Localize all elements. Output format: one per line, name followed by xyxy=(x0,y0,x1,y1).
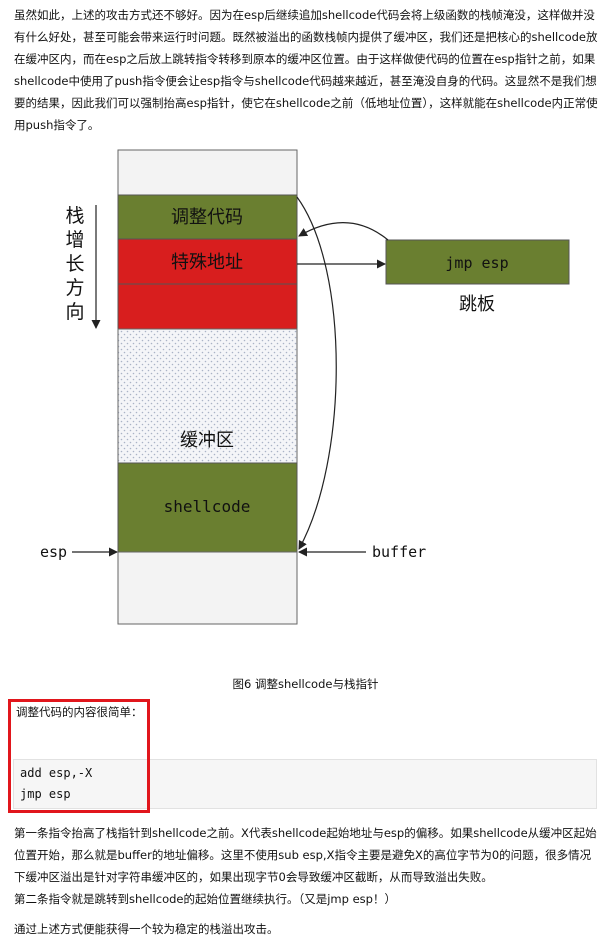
red-filler-block xyxy=(117,283,298,330)
direction-char-4: 方 xyxy=(65,277,84,299)
direction-char-1: 栈 xyxy=(65,205,84,227)
highlight-frame xyxy=(8,699,150,813)
direction-char-5: 向 xyxy=(65,301,84,323)
shellcode-label: shellcode xyxy=(164,497,251,516)
esp-label: esp xyxy=(40,543,67,561)
adjust-code-label: 调整代码 xyxy=(171,207,243,228)
figure-caption: 图6 调整shellcode与栈指针 xyxy=(232,677,379,691)
stack-top-empty xyxy=(117,149,298,196)
explanation-paragraph: 第一条指令抬高了栈指针到shellcode之前。X代表shellcode起始地址… xyxy=(14,826,597,884)
stack-bottom-empty xyxy=(117,551,298,625)
trampoline-label: 跳板 xyxy=(459,294,495,315)
direction-char-2: 增 xyxy=(65,229,84,251)
second-instruction-paragraph: 第二条指令就是跳转到shellcode的起始位置继续执行。（又是jmp esp！… xyxy=(14,892,396,906)
direction-char-3: 长 xyxy=(65,253,84,275)
adjust-to-shellcode-curve xyxy=(296,196,337,550)
conclusion-paragraph: 通过上述方式便能获得一个较为稳定的栈溢出攻击。 xyxy=(14,922,279,936)
jmp-esp-label: jmp esp xyxy=(445,254,508,272)
stack-diagram: 调整代码 特殊地址 缓冲区 shellcode 栈 增 长 方 向 jmp es… xyxy=(40,149,570,625)
buffer-pointer-label: buffer xyxy=(372,543,426,561)
special-address-label: 特殊地址 xyxy=(171,252,243,273)
buffer-label: 缓冲区 xyxy=(180,430,234,451)
